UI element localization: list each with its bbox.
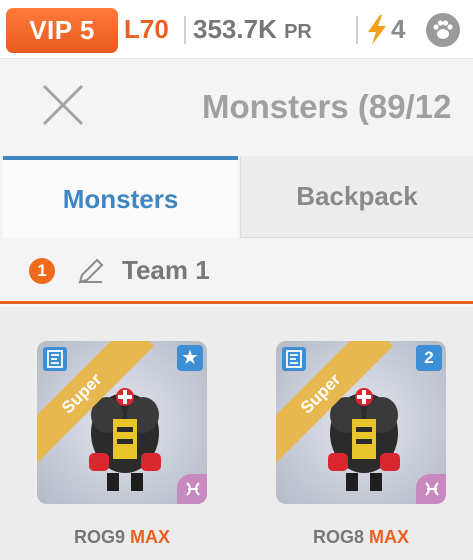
tab-bar: Monsters Backpack bbox=[0, 156, 473, 238]
player-level: L70 bbox=[124, 14, 169, 44]
monster-card[interactable]: Super 2 bbox=[276, 341, 446, 504]
monster-name: ROG8 MAX bbox=[276, 527, 446, 548]
team-bar: 1 Team 1 bbox=[0, 238, 473, 304]
monster-card[interactable]: Super ★ bbox=[37, 341, 207, 504]
tab-backpack[interactable]: Backpack bbox=[240, 156, 473, 238]
pisces-icon bbox=[416, 474, 446, 504]
rank-badge: 2 bbox=[416, 345, 442, 371]
power-value: 353.7K bbox=[193, 14, 277, 44]
monster-name-text: ROG8 bbox=[312, 527, 364, 547]
energy-counter[interactable]: 4 bbox=[366, 14, 405, 45]
e-box-icon bbox=[43, 347, 67, 371]
close-icon[interactable] bbox=[40, 82, 86, 128]
star-icon: ★ bbox=[177, 345, 203, 371]
energy-value: 4 bbox=[391, 14, 406, 44]
divider bbox=[356, 16, 358, 44]
pisces-icon bbox=[177, 474, 207, 504]
paw-icon[interactable] bbox=[426, 13, 460, 47]
e-box-icon bbox=[282, 347, 306, 371]
power-unit: PR bbox=[284, 21, 312, 43]
monster-name-text: ROG9 bbox=[73, 527, 125, 547]
team-name[interactable]: Team 1 bbox=[122, 255, 210, 286]
monster-name: ROG9 MAX bbox=[37, 527, 207, 548]
status-bar: VIP 5 L70 353.7K PR 4 bbox=[0, 0, 473, 58]
max-tag: MAX bbox=[369, 527, 410, 547]
vip-badge[interactable]: VIP 5 bbox=[6, 8, 118, 53]
pencil-icon[interactable] bbox=[76, 256, 106, 286]
lightning-icon bbox=[368, 14, 386, 45]
team-number-badge: 1 bbox=[29, 258, 55, 284]
page-title: Monsters (89/12 bbox=[202, 88, 452, 125]
max-tag: MAX bbox=[130, 527, 171, 547]
power-rating: 353.7K PR bbox=[193, 14, 312, 45]
divider bbox=[184, 16, 186, 44]
tab-monsters[interactable]: Monsters bbox=[3, 156, 238, 238]
